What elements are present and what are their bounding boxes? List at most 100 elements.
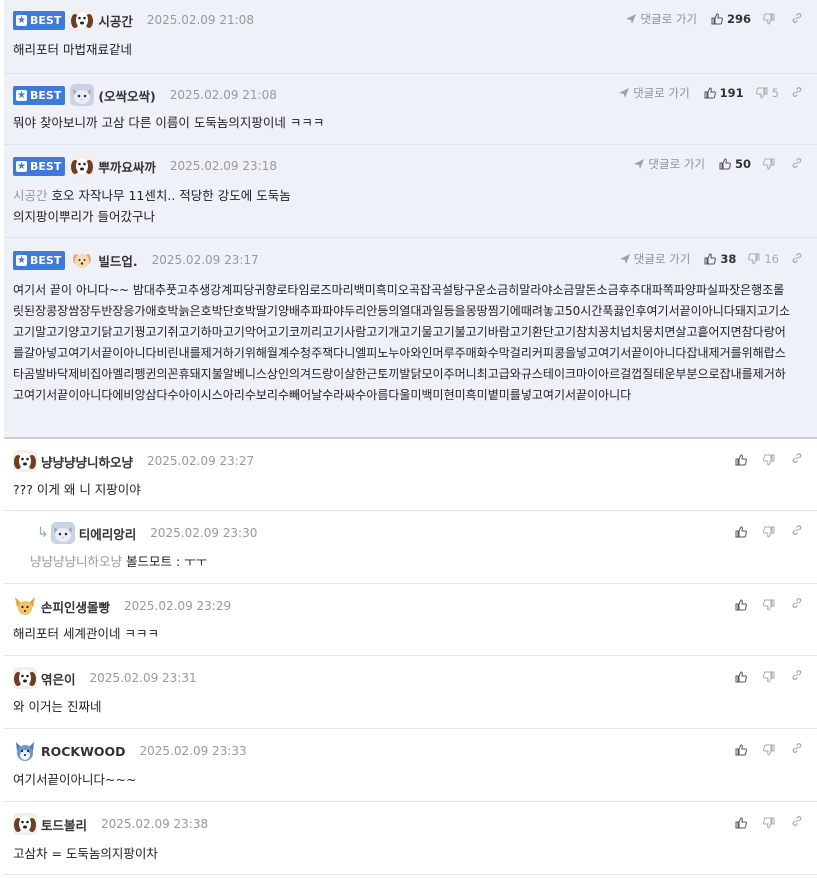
beagle-avatar[interactable] xyxy=(70,155,95,177)
reply-link[interactable]: 댓글로 가기 xyxy=(619,251,690,267)
nickname[interactable]: 시공간 xyxy=(98,11,133,30)
comment-list: ★ BEST 시공간 2025.02.09 21:08 댓글로 가기 296 해리… xyxy=(0,0,817,875)
comment: ROCKWOOD 2025.02.09 23:33 여기서끝이아니다~~~ xyxy=(4,729,817,802)
upvote-count: 50 xyxy=(734,157,751,171)
reply-link[interactable]: 댓글로 가기 xyxy=(634,156,705,172)
thumbs-up-icon xyxy=(704,253,717,265)
best-badge: ★ BEST xyxy=(13,85,66,105)
link-icon[interactable] xyxy=(791,742,803,757)
link-icon[interactable] xyxy=(791,815,803,830)
thumbs-up-icon xyxy=(735,743,747,755)
downvote-button[interactable] xyxy=(763,671,779,683)
thumbs-down-icon xyxy=(763,526,775,538)
beagle-avatar[interactable] xyxy=(13,813,37,835)
beagle-avatar[interactable] xyxy=(13,450,37,472)
downvote-button[interactable] xyxy=(763,13,779,25)
link-icon[interactable] xyxy=(791,524,803,539)
nickname[interactable]: 냥냥냥냥니하오냥 xyxy=(41,452,133,471)
comment-text: 여기서 끝이 아니다~~ 밤대추풋고추생강계피당귀향로타임로즈마리백미흑미오곡잡… xyxy=(13,283,791,402)
puppy-avatar[interactable] xyxy=(70,249,95,271)
thumbs-up-icon xyxy=(735,598,747,610)
best-comment: ★ BEST (오싹오싹) 2025.02.09 21:08 댓글로 가기 191… xyxy=(4,74,817,145)
nickname[interactable]: 티에리앙리 xyxy=(79,524,137,543)
link-icon[interactable] xyxy=(791,157,803,172)
comment: 손피인생몰빵 2025.02.09 23:29 해리포터 세계관이네 ㅋㅋㅋ xyxy=(4,584,817,656)
comment-date: 2025.02.09 23:30 xyxy=(150,526,258,540)
upvote-button[interactable] xyxy=(735,816,751,829)
thumbs-down-icon xyxy=(763,744,775,756)
upvote-button[interactable]: 296 xyxy=(711,12,751,26)
reply-comment: ↳ 티에리앙리 2025.02.09 23:30 냥냥냥냥니하오냥 볼드모트 : … xyxy=(4,511,817,584)
link-icon[interactable] xyxy=(791,597,803,612)
thumbs-up-icon xyxy=(735,453,747,465)
nickname[interactable]: 뿌까요싸까 xyxy=(98,157,156,176)
nickname[interactable]: 엮은이 xyxy=(41,669,76,688)
reply-target[interactable]: 냥냥냥냥니하오냥 xyxy=(30,554,122,569)
link-icon[interactable] xyxy=(791,86,803,101)
downvote-count: 5 xyxy=(771,86,779,100)
comment-date: 2025.02.09 23:17 xyxy=(151,253,259,267)
downvote-button[interactable]: 16 xyxy=(748,252,779,266)
link-icon[interactable] xyxy=(791,452,803,467)
upvote-button[interactable] xyxy=(735,743,751,756)
comment-text: 고삼차 = 도둑놈의지팡이차 xyxy=(13,846,158,861)
fox-avatar[interactable] xyxy=(13,595,37,617)
thumbs-up-icon xyxy=(711,13,723,25)
upvote-button[interactable] xyxy=(735,598,751,611)
thumbs-down-icon xyxy=(763,454,775,466)
downvote-button[interactable] xyxy=(763,454,779,466)
upvote-count: 38 xyxy=(720,252,737,266)
upvote-button[interactable] xyxy=(735,670,751,683)
beagle-avatar[interactable] xyxy=(13,667,37,689)
downvote-button[interactable] xyxy=(763,158,779,170)
reply-link[interactable]: 댓글로 가기 xyxy=(619,85,690,101)
downvote-button[interactable] xyxy=(763,526,779,538)
nickname[interactable]: ROCKWOOD xyxy=(41,744,126,759)
nickname[interactable]: 빌드업. xyxy=(98,251,137,270)
beagle-avatar[interactable] xyxy=(70,9,95,31)
nickname[interactable]: 토드볼리 xyxy=(41,815,87,834)
star-icon: ★ xyxy=(16,160,27,172)
nickname[interactable]: 손피인생몰빵 xyxy=(41,597,110,616)
comment-text: 와 이거는 진짜네 xyxy=(13,699,102,714)
upvote-button[interactable]: 50 xyxy=(719,157,751,171)
best-badge: ★ BEST xyxy=(13,156,66,176)
upvote-count: 296 xyxy=(726,12,751,26)
upvote-count: 191 xyxy=(719,86,744,100)
thumbs-up-icon xyxy=(735,525,747,537)
link-icon[interactable] xyxy=(791,252,803,267)
best-badge: ★ BEST xyxy=(13,250,66,270)
thumbs-down-icon xyxy=(763,671,775,683)
send-icon xyxy=(626,14,637,24)
comment: 토드볼리 2025.02.09 23:38 고삼차 = 도둑놈의지팡이차 xyxy=(4,802,817,875)
link-icon[interactable] xyxy=(791,669,803,684)
thumbs-down-icon xyxy=(763,599,775,611)
link-icon[interactable] xyxy=(791,12,803,27)
thumbs-up-icon xyxy=(735,670,747,682)
nickname[interactable]: (오싹오싹) xyxy=(98,86,155,105)
comment-date: 2025.02.09 23:31 xyxy=(89,671,197,685)
husky-avatar[interactable] xyxy=(13,740,37,762)
reply-target[interactable]: 시공간 xyxy=(13,188,48,203)
upvote-button[interactable]: 38 xyxy=(704,252,736,266)
star-icon: ★ xyxy=(16,254,27,266)
send-icon xyxy=(619,254,630,264)
downvote-button[interactable]: 5 xyxy=(755,86,779,100)
cat-avatar[interactable] xyxy=(70,84,95,106)
comment-text: 시공간 호오 자작나무 11센치.. 적당한 강도에 도둑놈의지팡이뿌리가 들어갔… xyxy=(13,188,291,224)
cat-avatar[interactable] xyxy=(50,522,75,544)
upvote-button[interactable] xyxy=(735,453,751,466)
reply-link[interactable]: 댓글로 가기 xyxy=(626,11,697,27)
thumbs-up-icon xyxy=(735,816,747,828)
comment: 엮은이 2025.02.09 23:31 와 이거는 진짜네 xyxy=(4,656,817,729)
downvote-button[interactable] xyxy=(763,744,779,756)
comment-date: 2025.02.09 23:38 xyxy=(101,817,209,831)
comment-text: 뭐야 찾아보니까 고삼 다른 이름이 도둑놈의지팡이네 ㅋㅋㅋ xyxy=(13,115,325,130)
upvote-button[interactable]: 191 xyxy=(704,86,744,100)
downvote-button[interactable] xyxy=(763,817,779,829)
comment: 냥냥냥냥니하오냥 2025.02.09 23:27 ??? 이게 왜 니 지팡이… xyxy=(4,439,817,511)
star-icon: ★ xyxy=(16,89,27,101)
best-comment: ★ BEST 빌드업. 2025.02.09 23:17 댓글로 가기 38 16… xyxy=(4,238,817,439)
downvote-button[interactable] xyxy=(763,599,779,611)
upvote-button[interactable] xyxy=(735,525,751,538)
